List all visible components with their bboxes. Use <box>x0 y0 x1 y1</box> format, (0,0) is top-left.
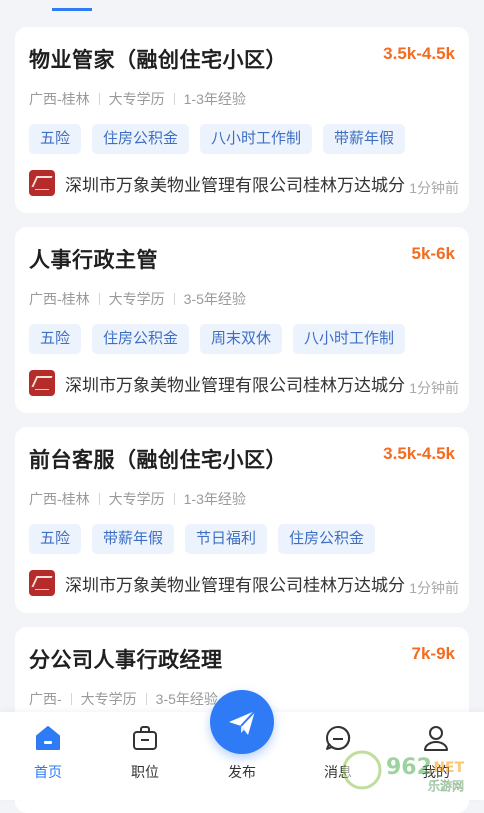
job-experience: 1-3年经验 <box>183 91 246 107</box>
company-logo <box>29 570 55 596</box>
job-card[interactable]: 人事行政主管 5k-6k 广西-桂林 大专学历 3-5年经验 五险 住房公积金 … <box>15 227 469 413</box>
benefit-tag: 带薪年假 <box>323 124 406 154</box>
job-salary: 7k-9k <box>411 644 455 663</box>
active-tab-indicator <box>52 0 92 11</box>
paper-plane-icon <box>229 710 256 735</box>
benefit-tag: 八小时工作制 <box>293 324 406 354</box>
company-name: 深圳市万象美物业管理有限公司桂林万达城分 <box>65 575 405 595</box>
meta-divider <box>98 493 100 505</box>
job-salary: 3.5k-4.5k <box>383 444 455 463</box>
job-location: 广西-桂林 <box>29 291 90 307</box>
watermark-brand: 962 <box>386 755 432 780</box>
benefit-tag: 住房公积金 <box>278 524 376 554</box>
company-name: 深圳市万象美物业管理有限公司桂林万达城分 <box>65 175 405 195</box>
post-time: 1分钟前 <box>409 580 459 596</box>
job-location: 广西- <box>29 691 62 707</box>
benefit-tag: 五险 <box>29 124 82 154</box>
job-meta: 广西-桂林 大专学历 1-3年经验 <box>29 89 246 109</box>
job-tags: 五险 住房公积金 八小时工作制 带薪年假 <box>29 124 406 154</box>
site-watermark: 962 .NET 乐游网 <box>342 750 465 793</box>
company-row[interactable]: 深圳市万象美物业管理有限公司桂林万达城分 1分钟前 <box>29 368 459 398</box>
meta-divider <box>173 493 175 505</box>
job-salary: 3.5k-4.5k <box>383 44 455 63</box>
meta-divider <box>173 93 175 105</box>
watermark-sub: 乐游网 <box>428 779 464 793</box>
job-card[interactable]: 物业管家（融创住宅小区） 3.5k-4.5k 广西-桂林 大专学历 1-3年经验… <box>15 27 469 213</box>
meta-divider <box>173 293 175 305</box>
briefcase-icon <box>133 726 157 750</box>
job-education: 大专学历 <box>108 91 165 107</box>
job-tags: 五险 带薪年假 节日福利 住房公积金 <box>29 524 376 554</box>
job-title: 人事行政主管 <box>29 249 158 272</box>
nav-item-home[interactable]: 首页 <box>8 712 88 800</box>
meta-divider <box>145 693 147 705</box>
nav-label-home: 首页 <box>34 764 62 780</box>
job-title: 分公司人事行政经理 <box>29 649 223 672</box>
job-title: 物业管家（融创住宅小区） <box>29 49 287 72</box>
job-location: 广西-桂林 <box>29 91 90 107</box>
company-logo <box>29 170 55 196</box>
benefit-tag: 五险 <box>29 524 82 554</box>
benefit-tag: 带薪年假 <box>92 524 175 554</box>
job-location: 广西-桂林 <box>29 491 90 507</box>
publish-button[interactable] <box>210 690 274 754</box>
job-experience: 1-3年经验 <box>183 491 246 507</box>
company-name: 深圳市万象美物业管理有限公司桂林万达城分 <box>65 375 405 395</box>
job-experience: 3-5年经验 <box>155 691 218 707</box>
benefit-tag: 五险 <box>29 324 82 354</box>
meta-divider <box>98 293 100 305</box>
home-icon <box>36 726 60 750</box>
job-tags: 五险 住房公积金 周末双休 八小时工作制 <box>29 324 406 354</box>
post-time: 1分钟前 <box>409 180 459 196</box>
job-meta: 广西-桂林 大专学历 3-5年经验 <box>29 289 246 309</box>
benefit-tag: 八小时工作制 <box>200 124 313 154</box>
watermark-suffix: .NET <box>428 760 465 776</box>
benefit-tag: 住房公积金 <box>92 124 190 154</box>
job-education: 大专学历 <box>108 491 165 507</box>
benefit-tag: 住房公积金 <box>92 324 190 354</box>
company-logo <box>29 370 55 396</box>
job-education: 大专学历 <box>80 691 137 707</box>
nav-item-jobs[interactable]: 职位 <box>105 712 185 800</box>
job-card[interactable]: 前台客服（融创住宅小区） 3.5k-4.5k 广西-桂林 大专学历 1-3年经验… <box>15 427 469 613</box>
benefit-tag: 周末双休 <box>200 324 283 354</box>
job-meta: 广西-桂林 大专学历 1-3年经验 <box>29 489 246 509</box>
nav-label-jobs: 职位 <box>131 764 159 780</box>
benefit-tag: 节日福利 <box>185 524 268 554</box>
meta-divider <box>70 693 72 705</box>
company-row[interactable]: 深圳市万象美物业管理有限公司桂林万达城分 1分钟前 <box>29 568 459 598</box>
nav-label-publish: 发布 <box>228 764 256 780</box>
job-meta: 广西- 大专学历 3-5年经验 <box>29 689 218 709</box>
job-education: 大专学历 <box>108 291 165 307</box>
job-salary: 5k-6k <box>411 244 455 263</box>
job-title: 前台客服（融创住宅小区） <box>29 449 287 472</box>
company-row[interactable]: 深圳市万象美物业管理有限公司桂林万达城分 1分钟前 <box>29 168 459 198</box>
meta-divider <box>98 93 100 105</box>
job-experience: 3-5年经验 <box>183 291 246 307</box>
post-time: 1分钟前 <box>409 380 459 396</box>
